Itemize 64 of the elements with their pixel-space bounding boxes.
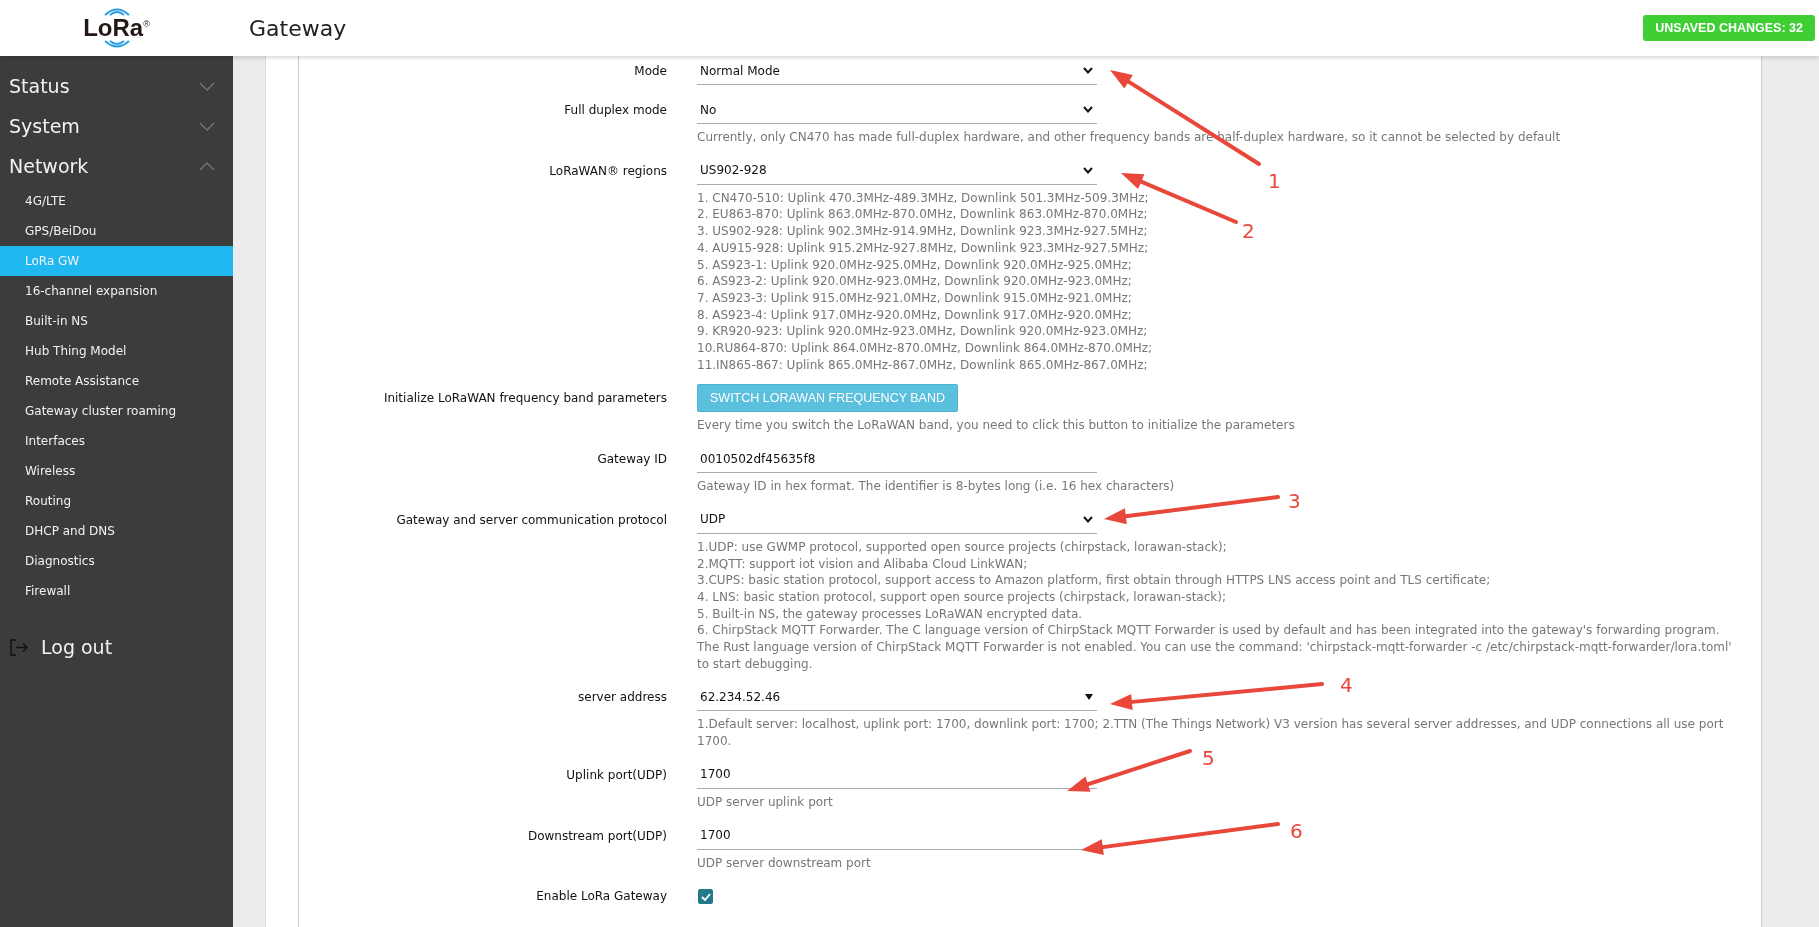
help-text: 1. CN470-510: Uplink 470.3MHz-489.3MHz, Downlink 501.3MHz-509.3MHz; (697, 189, 1149, 207)
field-label: Gateway ID (596, 451, 667, 469)
help-text: Every time you switch the LoRaWAN band, you need to click this button to initialize the parameters (697, 417, 1295, 435)
help-text: 4. LNS: basic station protocol, support open source projects (chirpstack, lorawan-stack); (697, 588, 1226, 606)
menu-item[interactable]: Hub Thing Model (0, 336, 233, 366)
menu-section[interactable]: Status (0, 66, 233, 106)
menu-item[interactable]: Gateway cluster roaming (0, 396, 233, 426)
help-text: 8. AS923-4: Uplink 917.0MHz-920.0MHz, Downlink 917.0MHz-920.0MHz; (697, 306, 1132, 324)
menu-item[interactable]: Diagnostics (0, 546, 233, 576)
help-text: 2.MQTT: support iot vision and Alibaba Cloud LinkWAN; (697, 555, 1028, 573)
menu-item[interactable]: GPS/BeiDou (0, 216, 233, 246)
help-text: 2. EU863-870: Uplink 863.0MHz-870.0MHz, Downlink 863.0MHz-870.0MHz; (697, 206, 1148, 224)
help-text: 1.UDP: use GWMP protocol, supported open source projects (chirpstack, lorawan-stack); (697, 538, 1227, 556)
menu-item[interactable]: 16-channel expansion (0, 276, 233, 306)
menu-item[interactable]: Wireless (0, 456, 233, 486)
help-text: UDP server downstream port (697, 854, 871, 872)
help-text: 9. KR920-923: Uplink 920.0MHz-923.0MHz, Downlink 920.0MHz-923.0MHz; (697, 323, 1148, 341)
help-text: 11.IN865-867: Uplink 865.0MHz-867.0MHz, Downlink 865.0MHz-867.0MHz; (697, 356, 1148, 374)
menu-item[interactable]: Firewall (0, 576, 233, 606)
chevron-icon (1083, 106, 1093, 113)
annotation-number: 3 (1288, 489, 1301, 513)
chevron-icon (199, 121, 215, 131)
help-text: 5. AS923-1: Uplink 920.0MHz-925.0MHz, Downlink 920.0MHz-925.0MHz; (697, 256, 1132, 274)
menu-item[interactable]: Interfaces (0, 426, 233, 456)
dropdown-triangle-icon (1085, 693, 1093, 700)
chevron-icon (199, 81, 215, 91)
annotation-number: 4 (1340, 673, 1353, 697)
chevron-icon (1083, 67, 1093, 74)
logout-link[interactable]: Log out (41, 636, 113, 658)
help-text: 6. AS923-2: Uplink 920.0MHz-923.0MHz, Downlink 920.0MHz-923.0MHz; (697, 273, 1132, 290)
menu-item[interactable]: Built-in NS (0, 306, 233, 336)
chevron-icon (199, 161, 215, 171)
help-text: 10.RU864-870: Uplink 864.0MHz-870.0MHz, Downlink 864.0MHz-870.0MHz; (697, 340, 1153, 357)
field-label: Downstream port(UDP) (526, 827, 667, 845)
chevron-icon (1083, 166, 1093, 174)
help-text: 4. AU915-928: Uplink 915.2MHz-927.8MHz, Downlink 923.3MHz-927.5MHz; (697, 239, 1149, 257)
field-label: LoRaWAN® regions (548, 162, 667, 180)
field-label: Uplink port(UDP) (565, 766, 667, 784)
menu-item[interactable]: 4G/LTE (0, 186, 233, 216)
field-label: Mode (633, 63, 667, 80)
menu-item[interactable]: Routing (0, 486, 233, 516)
help-text: UDP server uplink port (697, 793, 833, 811)
annotation-number: 6 (1290, 819, 1303, 843)
checkbox[interactable] (698, 889, 713, 905)
menu-section[interactable]: Network (0, 146, 233, 186)
field-label: Enable LoRa Gateway (535, 888, 667, 906)
field-label: server address (577, 689, 667, 707)
help-text: 5. Built-in NS, the gateway processes LoRaWAN encrypted data. (697, 605, 1083, 623)
menu-section[interactable]: System (0, 106, 233, 146)
help-text: 6. ChirpStack MQTT Forwarder. The C language version of ChirpStack MQTT Forwarder is used by default and has been integrated into the gateway's forwarding program. The Rust language version of ChirpStack MQTT Forwarder is not enabled. You can use the command: 'chirpstack-mqtt-forwarder -c /etc/chirpstack-mqtt-forwarder/lora.toml' to start debugging. (697, 622, 1733, 673)
menu-item[interactable]: Remote Assistance (0, 366, 233, 396)
annotation-number: 2 (1242, 219, 1255, 243)
menu-item[interactable]: DHCP and DNS (0, 516, 233, 546)
help-text: 3.CUPS: basic station protocol, support access to Amazon platform, first obtain through HTTPS LNS access point and TLS certificate; (697, 572, 1491, 589)
chevron-icon (1083, 515, 1093, 523)
lora-logo: LoRa$^{®}$ (0, 6, 233, 50)
field-label: Initialize LoRaWAN frequency band parameters (382, 390, 667, 408)
annotation-number: 1 (1268, 169, 1281, 193)
help-text: 3. US902-928: Uplink 902.3MHz-914.9MHz, Downlink 923.3MHz-927.5MHz; (697, 223, 1148, 240)
field-label: Gateway and server communication protocol (395, 511, 667, 529)
help-text: 7. AS923-3: Uplink 915.0MHz-921.0MHz, Downlink 915.0MHz-921.0MHz; (697, 289, 1132, 307)
page-title: Gateway (249, 15, 347, 41)
field-label: Full duplex mode (563, 102, 667, 119)
help-text: Gateway ID in hex format. The identifier is 8-bytes long (i.e. 16 hex characters) (697, 478, 1175, 495)
